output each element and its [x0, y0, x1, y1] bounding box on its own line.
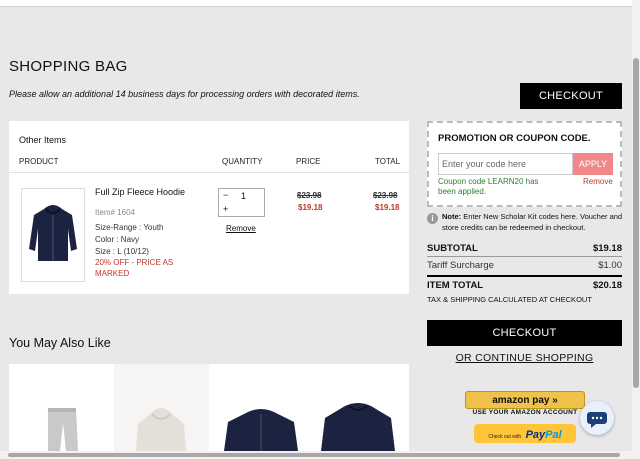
price-sale: $19.18	[298, 203, 323, 212]
continue-shopping-link[interactable]: OR CONTINUE SHOPPING	[427, 352, 622, 364]
processing-notice: Please allow an additional 14 business d…	[9, 89, 360, 99]
header-price: PRICE	[296, 157, 321, 166]
promo-panel: PROMOTION OR COUPON CODE. Enter your cod…	[427, 121, 622, 207]
product-size: Size : L (10/12)	[95, 247, 149, 256]
item-total-row: ITEM TOTAL $20.18	[427, 280, 622, 291]
related-product-image[interactable]	[14, 364, 109, 451]
chat-widget-button[interactable]	[580, 401, 614, 435]
subtotal-label: SUBTOTAL	[427, 243, 478, 254]
amazon-pay-label: amazon pay	[492, 395, 550, 406]
related-product-image[interactable]	[114, 364, 209, 451]
remove-coupon-link[interactable]: Remove	[583, 177, 613, 186]
header-total: TOTAL	[375, 157, 401, 166]
paypal-logo-pay: Pay	[525, 429, 546, 441]
paypal-logo-pal: Pal	[545, 429, 562, 441]
quantity-increase-button[interactable]: +	[223, 204, 228, 214]
paypal-button[interactable]: Check out with PayPal	[474, 424, 576, 443]
surcharge-value: $1.00	[598, 260, 622, 271]
price-original: $23.98	[297, 191, 322, 200]
related-product-image[interactable]	[214, 364, 309, 451]
product-image[interactable]	[21, 188, 85, 282]
discount-label: 20% OFF - PRICE AS MARKED	[95, 258, 174, 278]
chat-bubble-icon	[587, 412, 607, 428]
quantity-value[interactable]: 1	[241, 191, 246, 201]
note-text: i Note: Enter New Scholar Kit codes here…	[427, 211, 624, 233]
product-item-number: Item# 1604	[95, 208, 136, 217]
header-product: PRODUCT	[19, 157, 59, 166]
note-label: Note:	[442, 212, 462, 221]
checkout-button-top[interactable]: CHECKOUT	[520, 83, 622, 109]
page-title: SHOPPING BAG	[9, 58, 128, 75]
info-icon: i	[427, 213, 438, 224]
note-body: Enter New Scholar Kit codes here. Vouche…	[442, 212, 623, 232]
apply-coupon-button[interactable]: APPLY	[573, 153, 613, 175]
browser-top-bar	[0, 0, 632, 7]
quantity-decrease-button[interactable]: −	[223, 190, 228, 200]
item-total-label: ITEM TOTAL	[427, 280, 484, 291]
vertical-scrollbar[interactable]	[632, 0, 640, 459]
paypal-prefix: Check out with	[488, 434, 522, 440]
header-divider	[9, 172, 409, 173]
total-original: $23.98	[373, 191, 398, 200]
related-product-image[interactable]	[309, 364, 404, 451]
item-total-value: $20.18	[592, 280, 622, 291]
header-quantity: QUANTITY	[222, 157, 263, 166]
subtotal-value: $19.18	[592, 243, 622, 254]
coupon-code-input[interactable]: Enter your code here	[438, 153, 573, 175]
chevron-right-icon: »	[552, 395, 558, 406]
surcharge-label: Tariff Surcharge	[427, 260, 494, 271]
cart-section-title: Other Items	[19, 135, 67, 145]
surcharge-row: Tariff Surcharge $1.00	[427, 260, 622, 271]
related-products-carousel	[9, 364, 409, 451]
horizontal-scrollbar[interactable]	[0, 451, 632, 459]
subtotal-row: SUBTOTAL $19.18	[427, 243, 622, 254]
amazon-pay-button[interactable]: amazon pay »	[465, 391, 585, 409]
summary-divider-bold	[427, 275, 622, 277]
product-size-range: Size-Range : Youth	[95, 223, 164, 232]
checkout-button-main[interactable]: CHECKOUT	[427, 320, 622, 346]
total-sale: $19.18	[375, 203, 400, 212]
product-name[interactable]: Full Zip Fleece Hoodie	[95, 187, 185, 197]
tax-note: TAX & SHIPPING CALCULATED AT CHECKOUT	[427, 295, 592, 304]
promo-title: PROMOTION OR COUPON CODE.	[438, 133, 591, 144]
coupon-applied-message: Coupon code LEARN20 has been applied.	[438, 177, 539, 196]
cart-panel: Other Items PRODUCT QUANTITY PRICE TOTAL…	[9, 121, 409, 294]
remove-item-link[interactable]: Remove	[226, 224, 256, 233]
quantity-stepper[interactable]: − 1 +	[218, 188, 265, 217]
summary-divider	[427, 256, 622, 257]
product-color: Color : Navy	[95, 235, 140, 244]
related-section-title: You May Also Like	[9, 336, 111, 350]
amazon-pay-subtitle: USE YOUR AMAZON ACCOUNT	[472, 409, 578, 416]
